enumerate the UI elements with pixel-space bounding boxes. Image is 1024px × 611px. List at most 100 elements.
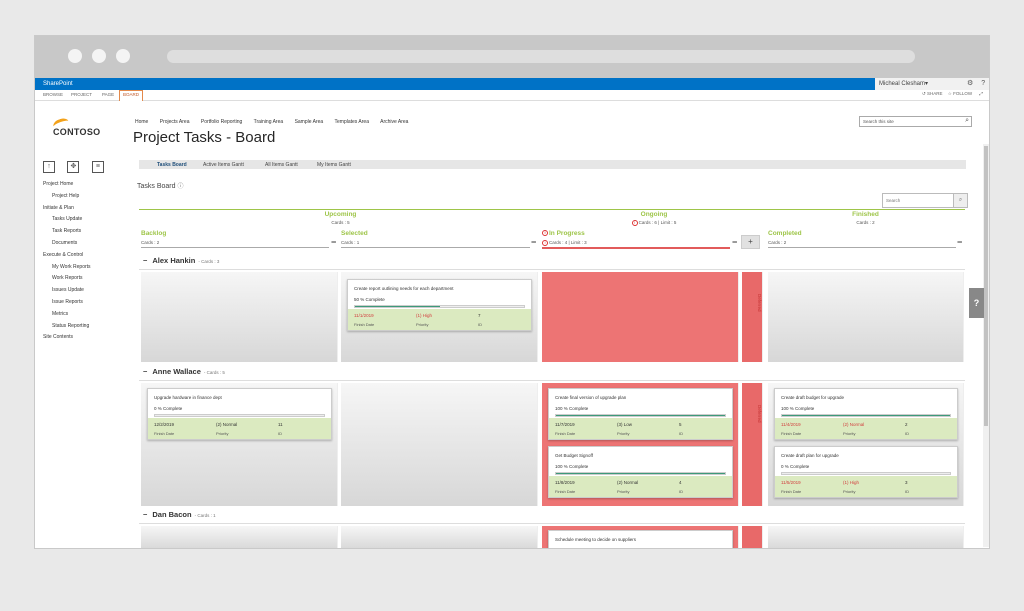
column-in-progress-line [542,247,730,249]
card-title: Get Budget Signoff [555,453,593,458]
upload-icon[interactable]: ↑ [43,161,55,173]
suite-title[interactable]: SharePoint [43,81,73,87]
scrollbar-thumb[interactable] [984,146,988,426]
info-icon[interactable]: ⓘ [177,184,183,190]
sidebar-item-project-home[interactable]: Project Home [43,181,91,193]
task-card[interactable]: Create draft plan for upgrade 0 % Complet… [774,446,958,498]
group-finished-title: Finished [852,211,879,218]
card-id-label: ID [478,322,482,327]
card-percent-complete: 50 % Complete [354,297,385,302]
search-icon[interactable]: ⌕ [953,194,967,207]
window-zoom-dot[interactable] [116,49,130,63]
site-logo[interactable]: CONTOSO [49,116,107,143]
view-tabs: Tasks Board Active Items Gantt All Items… [139,160,966,169]
sidebar-item-work-reports[interactable]: Work Reports [43,275,91,287]
topnav-portfolio-reporting[interactable]: Portfolio Reporting [201,119,242,125]
sidebar-item-my-work-reports[interactable]: My Work Reports [43,264,91,276]
collapse-backlog-button[interactable]: − [331,237,336,247]
card-priority-label: Priority [216,431,229,436]
page-scrollbar[interactable] [983,144,989,547]
window-minimize-dot[interactable] [92,49,106,63]
column-in-progress-count: ! Cards : 4 | Limit : 3 [542,240,587,246]
sidebar-item-issue-reports[interactable]: Issue Reports [43,299,91,311]
lane-deferred: Deferred [742,383,763,506]
topnav-archive-area[interactable]: Archive Area [380,119,408,125]
sidebar-item-project-help[interactable]: Project Help [43,193,91,205]
column-in-progress-name: In Progress [549,230,585,237]
sidebar-item-issues-update[interactable]: Issues Update [43,287,91,299]
card-percent-complete: 100 % Complete [555,464,589,469]
swimlane-header-dan-bacon[interactable]: − Dan Bacon - Cards : 1 [143,510,216,519]
task-card[interactable]: Create final version of upgrade plan 100 … [548,388,733,440]
card-title: Create report outlining needs for each d… [354,286,454,291]
task-card[interactable]: Get Budget Signoff 100 % Complete 11/8/201… [548,446,733,498]
topnav-templates-area[interactable]: Templates Area [335,119,369,125]
sidebar-item-documents[interactable]: Documents [43,240,91,252]
card-progress-bar [781,472,951,475]
collapse-selected-button[interactable]: − [531,237,536,247]
sidebar-item-initiate-plan[interactable]: Initiate & Plan [43,205,91,217]
floating-help-button[interactable]: ? [969,288,984,318]
swimlane-name: Anne Wallace [152,367,201,376]
sidebar-item-task-reports[interactable]: Task Reports [43,228,91,240]
suite-bar: SharePoint Micheal Clesham▾ ⚙ ? [35,78,989,90]
card-id-label: ID [905,431,909,436]
card-percent-complete: 0 % Complete [154,406,183,411]
card-finish-label: Finish Date [154,431,175,436]
sidebar-item-tasks-update[interactable]: Tasks Update [43,216,91,228]
share-button[interactable]: SHARE [927,91,943,96]
deferred-label: Deferred [757,405,762,423]
follow-button[interactable]: FOLLOW [953,91,972,96]
address-bar[interactable] [167,50,915,63]
card-percent-complete: 100 % Complete [781,406,815,411]
swimlane-collapse-icon[interactable]: − [143,256,147,265]
topnav-sample-area[interactable]: Sample Area [295,119,324,125]
collapse-in-progress-button[interactable]: − [732,237,737,247]
window-close-dot[interactable] [68,49,82,63]
card-id: 4 [679,480,682,485]
list-icon[interactable]: ≡ [91,161,104,173]
lane-in-progress [542,272,739,362]
left-navigation: Project Home Project Help Initiate & Plan T… [43,181,91,346]
swimlane-header-alex-hankin[interactable]: − Alex Hankin - Cards : 3 [143,256,219,265]
sidebar-item-status-reporting[interactable]: Status Reporting [43,323,91,335]
swimlane-collapse-icon[interactable]: − [143,367,147,376]
gear-icon[interactable]: ⚙ [967,80,973,87]
ribbon-tab-board[interactable]: BOARD [119,90,144,101]
site-search-placeholder: Search this site [863,119,894,124]
card-id: 5 [679,422,682,427]
swimlane-collapse-icon[interactable]: − [143,510,147,519]
topnav-home[interactable]: Home [135,119,148,125]
group-ongoing-line [542,209,766,210]
tab-active-items-gantt[interactable]: Active Items Gantt [203,162,244,168]
card-priority-label: Priority [416,322,429,327]
ribbon-tab-project[interactable]: PROJECT [71,92,92,97]
topnav-projects-area[interactable]: Projects Area [160,119,190,125]
board-search-input[interactable]: Search ⌕ [882,193,968,208]
ribbon-actions: ↺ SHARE ☆ FOLLOW ⤢ [922,91,983,97]
search-icon[interactable]: ⌕ [965,117,969,125]
user-menu[interactable]: Micheal Clesham▾ [875,78,963,90]
task-card[interactable]: Create draft budget for upgrade 100 % Com… [774,388,958,440]
move-icon[interactable]: ✥ [67,161,80,173]
group-upcoming-count: Cards : 5 [331,220,350,225]
ribbon-tab-page[interactable]: PAGE [102,92,114,97]
tab-all-items-gantt[interactable]: All Items Gantt [265,162,298,168]
sidebar-item-site-contents[interactable]: Site Contents [43,334,91,346]
task-card[interactable]: Schedule meeting to decide on suppliers [548,530,733,548]
topnav-training-area[interactable]: Training Area [254,119,284,125]
task-card[interactable]: Create report outlining needs for each d… [347,279,532,331]
focus-icon[interactable]: ⤢ [979,91,983,96]
sidebar-item-execute-control[interactable]: Execute & Control [43,252,91,264]
site-search-input[interactable]: Search this site ⌕ [859,116,972,127]
expand-deferred-button[interactable]: + [741,235,760,249]
tab-my-items-gantt[interactable]: My Items Gantt [317,162,351,168]
swimlane-header-anne-wallace[interactable]: − Anne Wallace - Cards : 5 [143,367,225,376]
ribbon-tab-browse[interactable]: BROWSE [43,92,63,97]
task-card[interactable]: Upgrade hardware in finance dept 0 % Comp… [147,388,332,440]
tab-tasks-board[interactable]: Tasks Board [157,162,187,168]
user-name: Micheal Clesham [879,81,926,87]
collapse-completed-button[interactable]: − [957,237,962,247]
sidebar-item-metrics[interactable]: Metrics [43,311,91,323]
help-icon[interactable]: ? [981,80,985,87]
